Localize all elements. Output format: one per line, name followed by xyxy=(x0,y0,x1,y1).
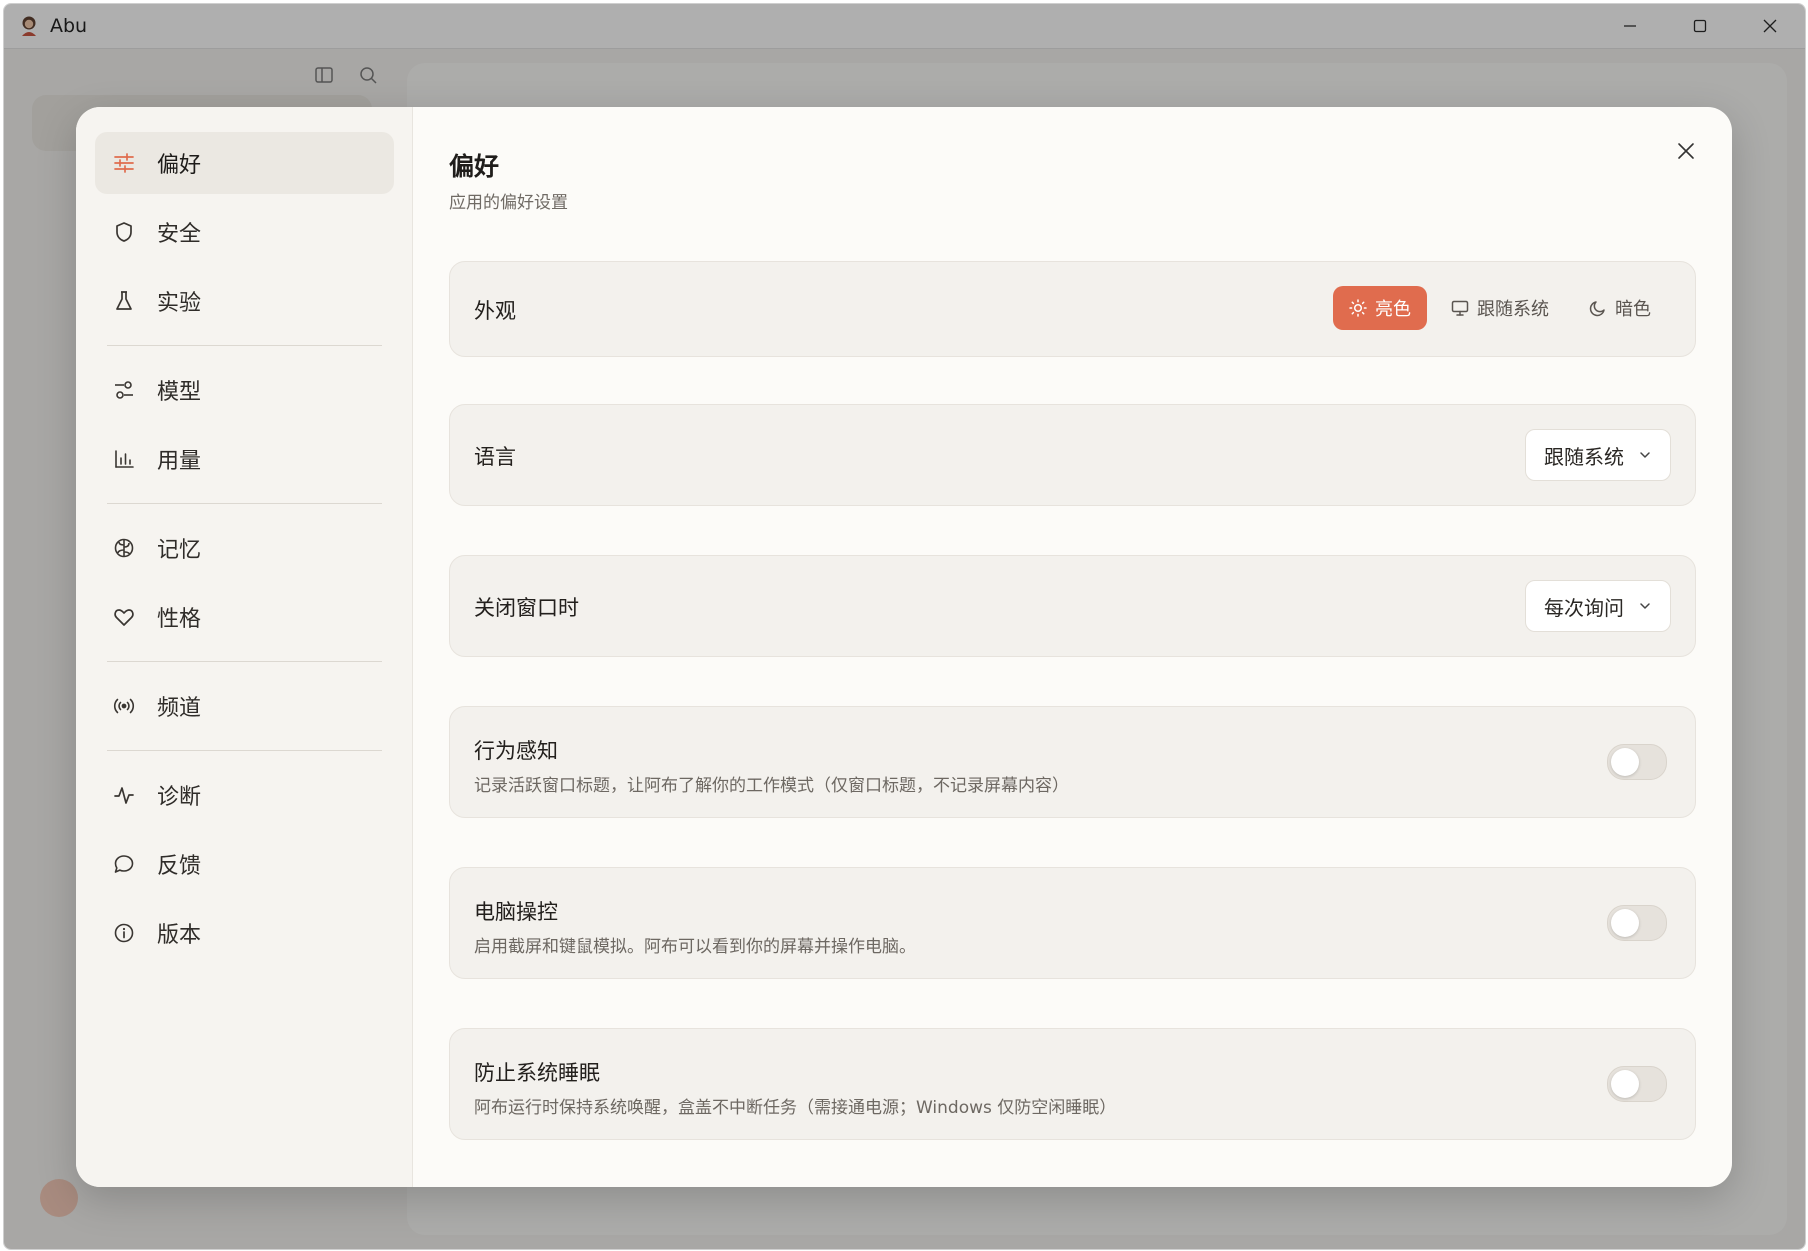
toggle-knob xyxy=(1611,909,1639,937)
page-title: 偏好 xyxy=(449,152,500,181)
sidebar-item-label: 版本 xyxy=(157,923,202,948)
prevent-sleep-toggle[interactable] xyxy=(1607,1066,1667,1102)
close-window-card: 关闭窗口时 每次询问 xyxy=(449,555,1696,657)
shield-icon xyxy=(111,219,137,245)
toggle-knob xyxy=(1611,1070,1639,1098)
theme-system-button[interactable]: 跟随系统 xyxy=(1435,286,1565,330)
sidebar-divider xyxy=(107,503,382,504)
sliders-icon xyxy=(111,150,137,176)
behavior-awareness-label: 行为感知 xyxy=(474,739,558,763)
flask-icon xyxy=(111,288,137,314)
sidebar-item-label: 模型 xyxy=(157,380,202,405)
toggle-knob xyxy=(1611,748,1639,776)
theme-light-button[interactable]: 亮色 xyxy=(1333,286,1427,330)
close-icon xyxy=(1678,143,1694,159)
heart-icon xyxy=(111,604,137,630)
sidebar-item-label: 安全 xyxy=(157,222,202,247)
brain-icon xyxy=(111,535,137,561)
theme-system-label: 跟随系统 xyxy=(1477,299,1549,320)
computer-control-toggle[interactable] xyxy=(1607,905,1667,941)
theme-dark-button[interactable]: 暗色 xyxy=(1573,286,1667,330)
prevent-sleep-label: 防止系统睡眠 xyxy=(474,1061,600,1085)
chevron-down-icon xyxy=(1640,603,1650,609)
page-subtitle: 应用的偏好设置 xyxy=(449,193,568,213)
theme-dark-label: 暗色 xyxy=(1615,299,1651,320)
chevron-down-icon xyxy=(1640,452,1650,458)
appearance-card: 外观 亮色 跟随系统 暗色 xyxy=(449,261,1696,357)
settings-modal: 偏好 安全 实验 模型 用量 记忆 性格 频道 诊断 反馈 版本 偏好 应用的偏… xyxy=(76,107,1732,1187)
bar-chart-icon xyxy=(111,446,137,472)
prevent-sleep-description: 阿布运行时保持系统唤醒，盒盖不中断任务（需接通电源；Windows 仅防空闲睡眠… xyxy=(474,1098,1117,1118)
sidebar-item-label: 频道 xyxy=(157,696,202,721)
sidebar-item-memory[interactable]: 记忆 xyxy=(95,517,394,579)
sidebar-item-feedback[interactable]: 反馈 xyxy=(95,833,394,895)
broadcast-icon xyxy=(111,693,137,719)
sidebar-item-personality[interactable]: 性格 xyxy=(95,586,394,648)
language-select[interactable]: 跟随系统 xyxy=(1525,429,1671,481)
computer-control-card: 电脑操控 启用截屏和键鼠模拟。阿布可以看到你的屏幕并操作电脑。 xyxy=(449,867,1696,979)
language-card: 语言 跟随系统 xyxy=(449,404,1696,506)
behavior-awareness-description: 记录活跃窗口标题，让阿布了解你的工作模式（仅窗口标题，不记录屏幕内容） xyxy=(474,776,1069,796)
sidebar-item-label: 记忆 xyxy=(157,538,202,563)
appearance-label: 外观 xyxy=(474,299,516,323)
settings-sidebar: 偏好 安全 实验 模型 用量 记忆 性格 频道 诊断 反馈 版本 xyxy=(76,107,413,1187)
sidebar-divider xyxy=(107,345,382,346)
sun-icon xyxy=(1349,299,1367,317)
sidebar-item-label: 性格 xyxy=(157,607,202,632)
sidebar-item-label: 用量 xyxy=(157,449,202,474)
monitor-icon xyxy=(1451,300,1469,316)
prevent-sleep-card: 防止系统睡眠 阿布运行时保持系统唤醒，盒盖不中断任务（需接通电源；Windows… xyxy=(449,1028,1696,1140)
language-select-value: 跟随系统 xyxy=(1544,444,1624,469)
sidebar-item-label: 反馈 xyxy=(157,854,202,879)
model-settings-icon xyxy=(111,377,137,403)
sidebar-divider xyxy=(107,750,382,751)
theme-switch: 亮色 跟随系统 暗色 xyxy=(1333,286,1667,330)
sidebar-item-channels[interactable]: 频道 xyxy=(95,675,394,737)
info-icon xyxy=(111,920,137,946)
theme-light-label: 亮色 xyxy=(1375,299,1411,320)
behavior-awareness-toggle[interactable] xyxy=(1607,744,1667,780)
close-window-select-value: 每次询问 xyxy=(1544,595,1624,620)
sidebar-item-label: 诊断 xyxy=(157,785,202,810)
sidebar-item-label: 实验 xyxy=(157,291,202,316)
close-window-select[interactable]: 每次询问 xyxy=(1525,580,1671,632)
sidebar-item-usage[interactable]: 用量 xyxy=(95,428,394,490)
close-settings-button[interactable] xyxy=(1672,137,1700,165)
sidebar-item-diagnostics[interactable]: 诊断 xyxy=(95,764,394,826)
sidebar-item-security[interactable]: 安全 xyxy=(95,201,394,263)
computer-control-label: 电脑操控 xyxy=(474,900,558,924)
sidebar-item-models[interactable]: 模型 xyxy=(95,359,394,421)
activity-icon xyxy=(111,782,137,808)
sidebar-item-label: 偏好 xyxy=(157,153,202,178)
chat-bubble-icon xyxy=(111,851,137,877)
sidebar-item-preferences[interactable]: 偏好 xyxy=(95,132,394,194)
language-label: 语言 xyxy=(474,445,516,469)
behavior-awareness-card: 行为感知 记录活跃窗口标题，让阿布了解你的工作模式（仅窗口标题，不记录屏幕内容） xyxy=(449,706,1696,818)
close-window-label: 关闭窗口时 xyxy=(474,596,579,620)
moon-icon xyxy=(1589,301,1605,317)
sidebar-divider xyxy=(107,661,382,662)
sidebar-item-experiments[interactable]: 实验 xyxy=(95,270,394,332)
computer-control-description: 启用截屏和键鼠模拟。阿布可以看到你的屏幕并操作电脑。 xyxy=(474,937,916,957)
sidebar-item-version[interactable]: 版本 xyxy=(95,902,394,964)
